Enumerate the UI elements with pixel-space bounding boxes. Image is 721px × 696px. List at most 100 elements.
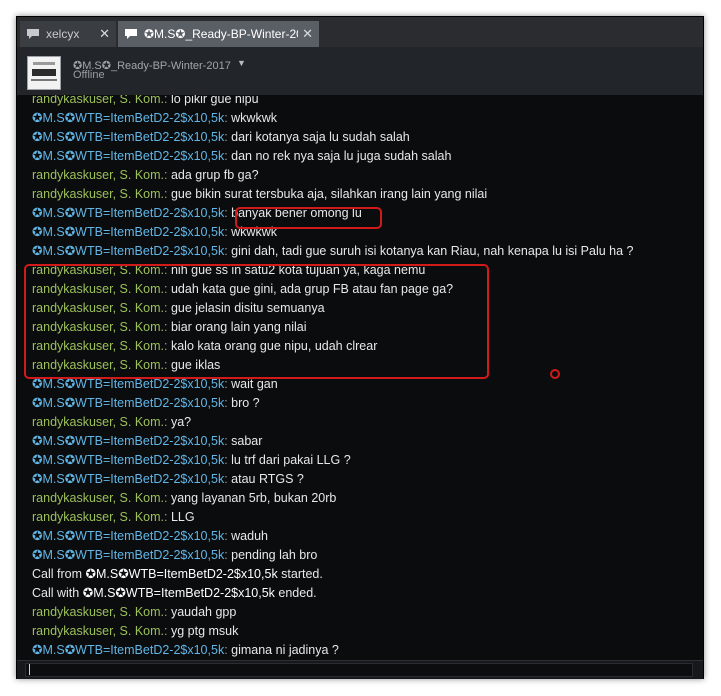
- message-sender[interactable]: randykaskuser, S. Kom.: [32, 605, 164, 619]
- message-sender[interactable]: randykaskuser, S. Kom.: [32, 510, 164, 524]
- message-sender[interactable]: randykaskuser, S. Kom.: [32, 168, 164, 182]
- message-line: randykaskuser, S. Kom.: ya?: [32, 413, 191, 432]
- system-name: ✪M.S✪WTB=ItemBetD2-2$x10,5k: [82, 586, 275, 600]
- system-name: ✪M.S✪WTB=ItemBetD2-2$x10,5k: [85, 567, 278, 581]
- avatar[interactable]: [27, 56, 61, 90]
- message-line: randykaskuser, S. Kom.: LLG: [32, 508, 195, 527]
- message-sender[interactable]: ✪M.S✪WTB=ItemBetD2-2$x10,5k: [32, 206, 224, 220]
- message-sender[interactable]: ✪M.S✪WTB=ItemBetD2-2$x10,5k: [32, 529, 224, 543]
- annotation-circle: [550, 369, 560, 379]
- logo-mark: [33, 62, 55, 65]
- caret-down-icon[interactable]: ▼: [237, 58, 246, 68]
- message-input[interactable]: [25, 663, 693, 677]
- message-line: ✪M.S✪WTB=ItemBetD2-2$x10,5k: lu trf dari…: [32, 451, 351, 470]
- message-line: ✪M.S✪WTB=ItemBetD2-2$x10,5k: dan no rek …: [32, 147, 451, 166]
- message-line: randykaskuser, S. Kom.: yang layanan 5rb…: [32, 489, 336, 508]
- message-separator: :: [164, 168, 171, 182]
- friend-status: Offline: [73, 69, 105, 81]
- message-line: ✪M.S✪WTB=ItemBetD2-2$x10,5k: gimana ni j…: [32, 641, 339, 660]
- message-sender[interactable]: ✪M.S✪WTB=ItemBetD2-2$x10,5k: [32, 244, 224, 258]
- logo-mark: [31, 79, 57, 81]
- message-sender[interactable]: ✪M.S✪WTB=ItemBetD2-2$x10,5k: [32, 643, 224, 657]
- message-line: Call with ✪M.S✪WTB=ItemBetD2-2$x10,5k en…: [32, 584, 317, 603]
- chat-window: xelcyx ✕ ✪M.S✪_Ready-BP-Winter-2017 ✕ ✪M…: [16, 16, 704, 679]
- message-separator: :: [164, 415, 171, 429]
- chat-bubble-icon: [125, 29, 137, 39]
- text-caret: [29, 664, 30, 675]
- tab-ms-ready[interactable]: ✪M.S✪_Ready-BP-Winter-2017 ✕: [118, 21, 319, 47]
- message-sender[interactable]: randykaskuser, S. Kom.: [32, 95, 164, 106]
- message-line: randykaskuser, S. Kom.: gue bikin surat …: [32, 185, 487, 204]
- message-line: ✪M.S✪WTB=ItemBetD2-2$x10,5k: atau RTGS ?: [32, 470, 304, 489]
- input-bar: [17, 660, 703, 679]
- message-text: dan no rek nya saja lu juga sudah salah: [231, 149, 452, 163]
- message-text: ya?: [170, 415, 192, 429]
- tab-xelcyx[interactable]: xelcyx ✕: [20, 21, 116, 47]
- message-separator: :: [164, 624, 171, 638]
- annotation-highlight-box: [235, 207, 382, 229]
- message-line: Call from ✪M.S✪WTB=ItemBetD2-2$x10,5k st…: [32, 565, 323, 584]
- message-text: LLG: [170, 510, 195, 524]
- message-sender[interactable]: ✪M.S✪WTB=ItemBetD2-2$x10,5k: [32, 434, 224, 448]
- message-text: waduh: [231, 529, 268, 543]
- message-sender[interactable]: randykaskuser, S. Kom.: [32, 187, 164, 201]
- message-text: lo pikir gue nipu: [170, 95, 259, 106]
- message-sender[interactable]: ✪M.S✪WTB=ItemBetD2-2$x10,5k: [32, 548, 224, 562]
- message-text: wait gan: [231, 377, 278, 391]
- annotation-highlight-box: [24, 264, 489, 379]
- message-sender[interactable]: ✪M.S✪WTB=ItemBetD2-2$x10,5k: [32, 472, 224, 486]
- message-line: randykaskuser, S. Kom.: lo pikir gue nip…: [32, 95, 259, 109]
- message-text: wkwkwk: [231, 111, 277, 125]
- message-sender[interactable]: ✪M.S✪WTB=ItemBetD2-2$x10,5k: [32, 130, 224, 144]
- tab-label: xelcyx: [46, 27, 80, 41]
- message-line: randykaskuser, S. Kom.: yaudah gpp: [32, 603, 236, 622]
- message-text: gimana ni jadinya ?: [231, 643, 339, 657]
- chat-bubble-icon: [27, 29, 39, 39]
- message-line: ✪M.S✪WTB=ItemBetD2-2$x10,5k: sabar: [32, 432, 262, 451]
- system-suffix: ended.: [278, 586, 317, 600]
- close-icon[interactable]: ✕: [302, 26, 313, 42]
- message-text: yaudah gpp: [170, 605, 237, 619]
- message-line: ✪M.S✪WTB=ItemBetD2-2$x10,5k: gini dah, t…: [32, 242, 634, 261]
- message-line: randykaskuser, S. Kom.: yg ptg msuk: [32, 622, 238, 641]
- message-sender[interactable]: randykaskuser, S. Kom.: [32, 491, 164, 505]
- message-log[interactable]: randykaskuser, S. Kom.: lo pikir gue nip…: [17, 95, 703, 660]
- message-line: randykaskuser, S. Kom.: ada grup fb ga?: [32, 166, 259, 185]
- message-line: ✪M.S✪WTB=ItemBetD2-2$x10,5k: wkwkwk: [32, 109, 277, 128]
- message-line: ✪M.S✪WTB=ItemBetD2-2$x10,5k: pending lah…: [32, 546, 317, 565]
- message-sender[interactable]: ✪M.S✪WTB=ItemBetD2-2$x10,5k: [32, 396, 224, 410]
- message-line: ✪M.S✪WTB=ItemBetD2-2$x10,5k: dari kotany…: [32, 128, 410, 147]
- message-text: bro ?: [231, 396, 260, 410]
- message-line: ✪M.S✪WTB=ItemBetD2-2$x10,5k: waduh: [32, 527, 268, 546]
- message-sender[interactable]: ✪M.S✪WTB=ItemBetD2-2$x10,5k: [32, 111, 224, 125]
- message-sender[interactable]: ✪M.S✪WTB=ItemBetD2-2$x10,5k: [32, 453, 224, 467]
- message-separator: :: [164, 187, 171, 201]
- system-suffix: started.: [281, 567, 323, 581]
- message-text: atau RTGS ?: [231, 472, 304, 486]
- message-text: yg ptg msuk: [170, 624, 239, 638]
- system-prefix: Call from: [32, 567, 83, 581]
- message-text: pending lah bro: [231, 548, 318, 562]
- message-separator: :: [164, 95, 171, 106]
- close-icon[interactable]: ✕: [99, 26, 110, 42]
- message-text: sabar: [231, 434, 263, 448]
- message-sender[interactable]: ✪M.S✪WTB=ItemBetD2-2$x10,5k: [32, 377, 224, 391]
- message-text: lu trf dari pakai LLG ?: [231, 453, 351, 467]
- message-sender[interactable]: randykaskuser, S. Kom.: [32, 624, 164, 638]
- message-line: ✪M.S✪WTB=ItemBetD2-2$x10,5k: bro ?: [32, 394, 260, 413]
- tab-label: ✪M.S✪_Ready-BP-Winter-2017: [144, 27, 298, 41]
- message-sender[interactable]: ✪M.S✪WTB=ItemBetD2-2$x10,5k: [32, 149, 224, 163]
- message-separator: :: [164, 510, 171, 524]
- message-text: gue bikin surat tersbuka aja, silahkan i…: [170, 187, 488, 201]
- tab-bar: xelcyx ✕ ✪M.S✪_Ready-BP-Winter-2017 ✕: [17, 17, 703, 47]
- message-separator: :: [164, 605, 171, 619]
- system-prefix: Call with: [32, 586, 80, 600]
- message-sender[interactable]: ✪M.S✪WTB=ItemBetD2-2$x10,5k: [32, 225, 224, 239]
- message-separator: :: [164, 491, 171, 505]
- message-text: ada grup fb ga?: [170, 168, 259, 182]
- message-sender[interactable]: randykaskuser, S. Kom.: [32, 415, 164, 429]
- message-text: dari kotanya saja lu sudah salah: [231, 130, 410, 144]
- message-text: gini dah, tadi gue suruh isi kotanya kan…: [231, 244, 634, 258]
- logo-mark: [32, 69, 56, 76]
- message-text: yang layanan 5rb, bukan 20rb: [170, 491, 337, 505]
